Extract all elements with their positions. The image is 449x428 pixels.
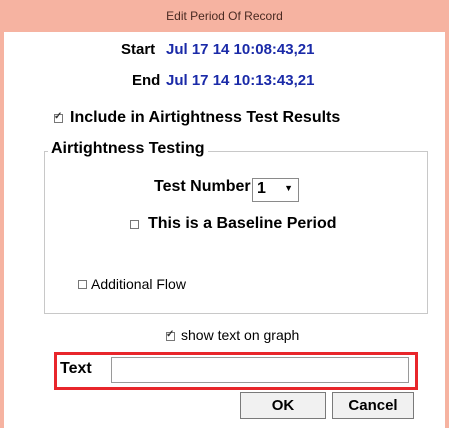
text-field-label: Text (60, 360, 92, 377)
include-airtightness-label: Include in Airtightness Test Results (70, 109, 341, 126)
test-number-select[interactable]: 1 ▼ (252, 178, 299, 202)
window-frame-right (445, 0, 449, 428)
additional-flow-checkbox[interactable] (78, 280, 87, 289)
additional-flow-label: Additional Flow (91, 276, 186, 292)
edit-period-dialog: Edit Period Of Record Start Jul 17 14 10… (0, 0, 449, 428)
ok-button[interactable]: OK (240, 392, 326, 419)
test-number-value: 1 (257, 180, 266, 197)
start-value: Jul 17 14 10:08:43,21 (166, 41, 315, 58)
show-text-on-graph-checkbox[interactable] (166, 329, 175, 341)
start-label: Start (121, 41, 156, 58)
window-title: Edit Period Of Record (166, 9, 283, 23)
test-number-label: Test Number (154, 178, 251, 195)
end-value: Jul 17 14 10:13:43,21 (166, 72, 315, 89)
airtightness-testing-title: Airtightness Testing (48, 140, 208, 158)
baseline-period-checkbox[interactable] (130, 220, 139, 229)
window-frame-left (0, 0, 4, 428)
text-input[interactable] (111, 357, 409, 383)
include-airtightness-checkbox[interactable] (54, 111, 63, 123)
show-text-on-graph-label: show text on graph (181, 327, 300, 343)
text-field-row: Text (54, 352, 418, 390)
cancel-button[interactable]: Cancel (332, 392, 414, 419)
title-bar: Edit Period Of Record (0, 0, 449, 32)
end-label: End (132, 72, 161, 89)
dropdown-arrow-icon: ▼ (284, 183, 293, 193)
baseline-period-label: This is a Baseline Period (148, 215, 337, 232)
